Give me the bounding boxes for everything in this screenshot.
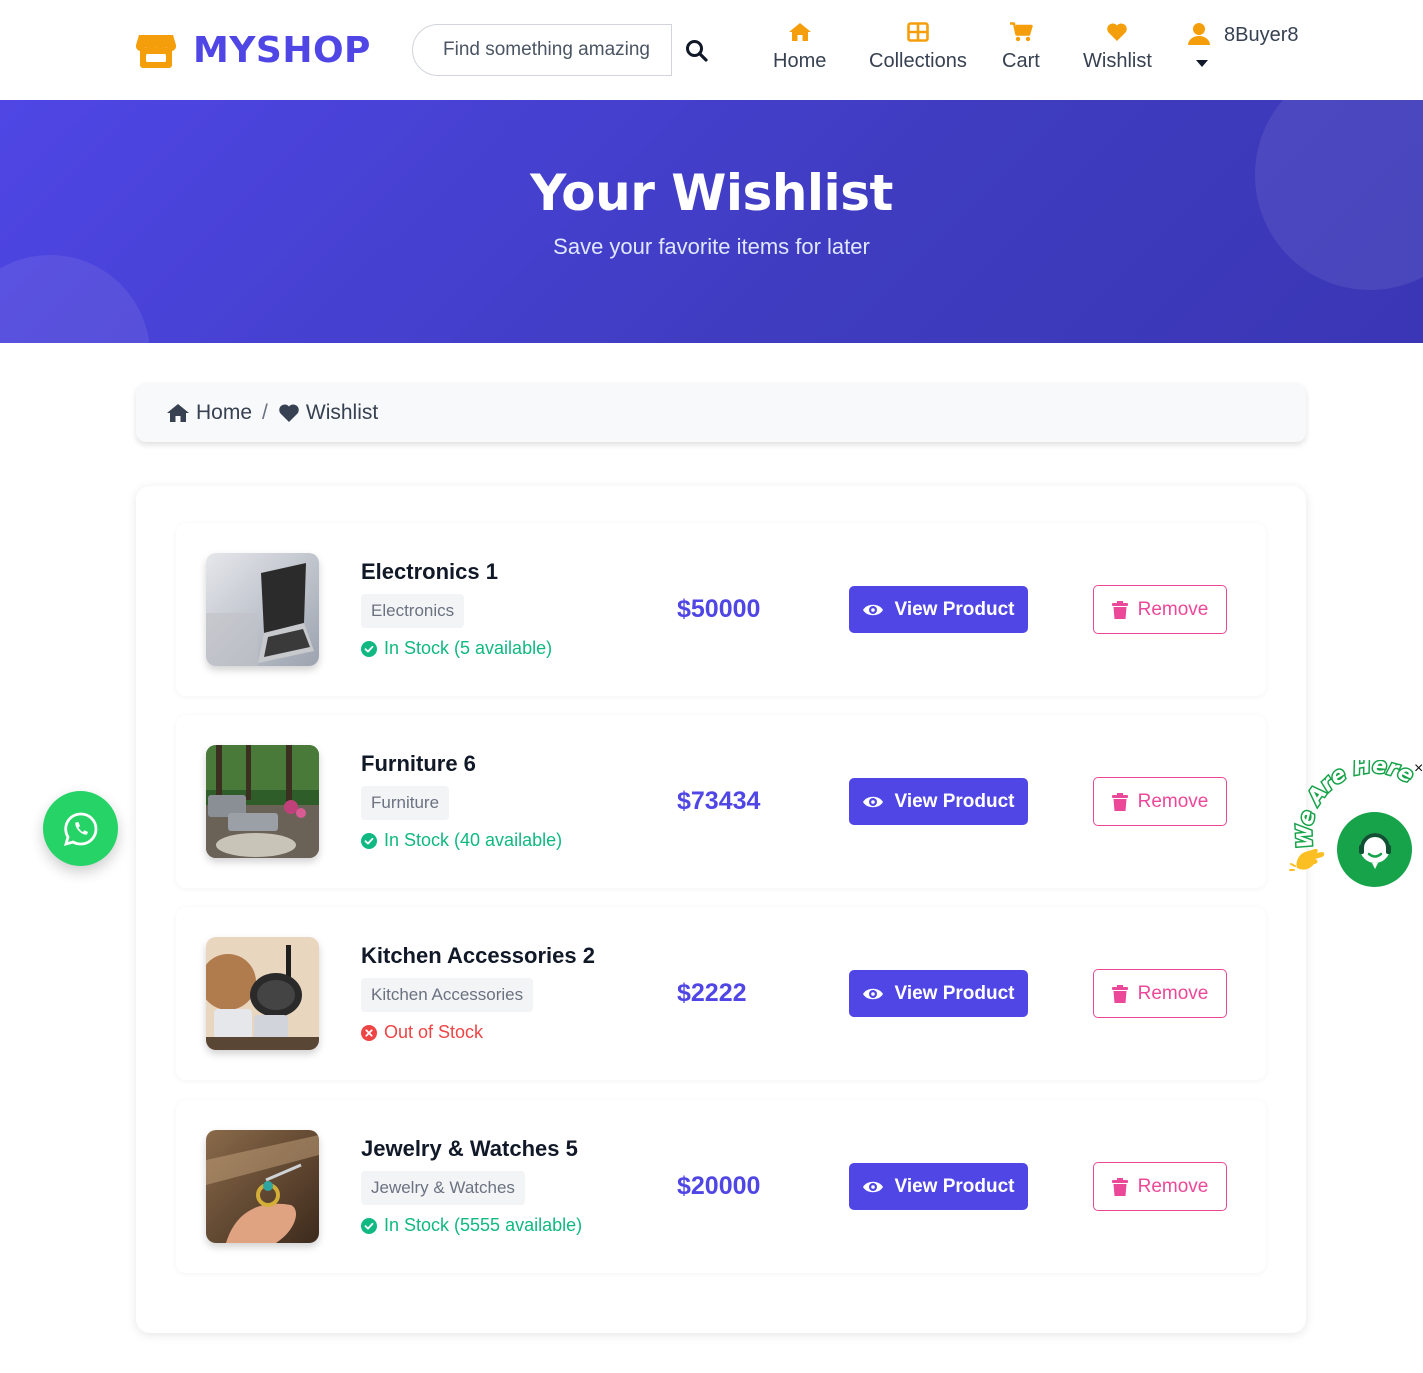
- remove-label: Remove: [1137, 598, 1209, 620]
- user-name: 8Buyer8: [1224, 24, 1299, 46]
- stock-text: Out of Stock: [384, 1022, 484, 1042]
- breadcrumb-current-label: Wishlist: [305, 400, 379, 424]
- trash-icon: [1111, 600, 1128, 619]
- eye-icon: [863, 1181, 884, 1192]
- stock-status: In Stock (5 available): [361, 638, 552, 659]
- home-icon: [167, 403, 189, 422]
- view-product-label: View Product: [894, 982, 1015, 1004]
- remove-label: Remove: [1137, 982, 1209, 1004]
- breadcrumb: Home / Wishlist: [136, 383, 1306, 442]
- chat-agent-icon: [1358, 832, 1391, 869]
- close-icon[interactable]: ×: [1414, 760, 1423, 778]
- category-badge: Kitchen Accessories: [361, 978, 534, 1012]
- user-icon: [1188, 23, 1210, 45]
- nav-wishlist[interactable]: Wishlist: [1083, 22, 1152, 73]
- nav-home-label: Home: [773, 50, 827, 72]
- product-price: $50000: [677, 595, 761, 623]
- live-chat-button[interactable]: [1337, 812, 1412, 887]
- category-badge: Furniture: [361, 786, 450, 820]
- stock-text: In Stock (5 available): [384, 638, 553, 658]
- view-product-label: View Product: [894, 1175, 1015, 1197]
- product-name[interactable]: Electronics 1: [361, 559, 498, 585]
- whatsapp-icon: [63, 812, 97, 846]
- nav-home[interactable]: Home: [773, 22, 826, 73]
- chat-widget: We Are Here ×: [1285, 760, 1423, 900]
- remove-label: Remove: [1137, 1175, 1209, 1197]
- product-name[interactable]: Furniture 6: [361, 751, 476, 777]
- trash-icon: [1111, 792, 1128, 811]
- search-icon[interactable]: [684, 38, 710, 64]
- view-product-label: View Product: [894, 598, 1015, 620]
- stock-text: In Stock (5555 available): [384, 1215, 583, 1235]
- category-badge: Electronics: [361, 594, 465, 628]
- remove-button[interactable]: Remove: [1093, 585, 1227, 634]
- view-product-label: View Product: [894, 790, 1015, 812]
- grid-icon: [907, 22, 929, 42]
- stock-status: Out of Stock: [361, 1022, 483, 1043]
- wishlist-container: Electronics 1 Electronics In Stock (5 av…: [136, 486, 1306, 1333]
- check-circle-icon: [361, 832, 377, 849]
- product-image-laptop[interactable]: [206, 553, 319, 666]
- eye-icon: [863, 796, 884, 807]
- wishlist-item: Jewelry & Watches 5 Jewelry & Watches In…: [176, 1100, 1266, 1273]
- waving-hand-icon: [1289, 848, 1325, 871]
- x-circle-icon: [361, 1024, 377, 1041]
- product-name[interactable]: Jewelry & Watches 5: [361, 1136, 578, 1162]
- brand-logo[interactable]: MYSHOP: [135, 30, 371, 71]
- wishlist-item: Kitchen Accessories 2 Kitchen Accessorie…: [176, 907, 1266, 1080]
- remove-button[interactable]: Remove: [1093, 1162, 1227, 1211]
- store-icon: [135, 31, 177, 71]
- check-circle-icon: [361, 640, 377, 657]
- user-menu[interactable]: 8Buyer8: [1186, 22, 1299, 67]
- product-name[interactable]: Kitchen Accessories 2: [361, 943, 595, 969]
- wishlist-item: Furniture 6 Furniture In Stock (40 avail…: [176, 715, 1266, 888]
- product-price: $73434: [677, 787, 761, 815]
- eye-icon: [863, 604, 884, 615]
- product-price: $20000: [677, 1172, 761, 1200]
- heart-icon: [279, 403, 299, 422]
- page-title: Your Wishlist: [530, 164, 893, 222]
- trash-icon: [1111, 984, 1128, 1003]
- trash-icon: [1111, 1177, 1128, 1196]
- view-product-button[interactable]: View Product: [849, 1163, 1028, 1210]
- page-subtitle: Save your favorite items for later: [553, 234, 870, 259]
- product-price: $2222: [677, 979, 747, 1007]
- remove-button[interactable]: Remove: [1093, 777, 1227, 826]
- nav-cart[interactable]: Cart: [1002, 22, 1040, 73]
- view-product-button[interactable]: View Product: [849, 586, 1028, 633]
- category-badge: Jewelry & Watches: [361, 1171, 525, 1205]
- top-navbar: MYSHOP Home Collections Cart: [0, 0, 1423, 100]
- hero-banner: Your Wishlist Save your favorite items f…: [0, 100, 1423, 343]
- remove-button[interactable]: Remove: [1093, 969, 1227, 1018]
- nav-cart-label: Cart: [1002, 50, 1040, 72]
- heart-icon: [1107, 23, 1128, 41]
- eye-icon: [863, 988, 884, 999]
- breadcrumb-current: Wishlist: [278, 401, 378, 425]
- product-image-cookware[interactable]: [206, 937, 319, 1050]
- breadcrumb-home-label: Home: [196, 400, 253, 424]
- product-image-outdoor-furniture[interactable]: [206, 745, 319, 858]
- nav-collections[interactable]: Collections: [869, 22, 967, 73]
- view-product-button[interactable]: View Product: [849, 970, 1028, 1017]
- nav-collections-label: Collections: [869, 50, 967, 72]
- nav-wishlist-label: Wishlist: [1083, 50, 1152, 72]
- breadcrumb-separator: /: [262, 400, 268, 424]
- brand-name: MYSHOP: [193, 30, 371, 71]
- stock-text: In Stock (40 available): [384, 830, 563, 850]
- wishlist-item: Electronics 1 Electronics In Stock (5 av…: [176, 523, 1266, 696]
- home-icon: [788, 23, 811, 41]
- remove-label: Remove: [1137, 790, 1209, 812]
- product-image-ring[interactable]: [206, 1130, 319, 1243]
- search-input[interactable]: [412, 24, 672, 76]
- stock-status: In Stock (40 available): [361, 830, 562, 851]
- caret-down-icon: [1196, 60, 1208, 67]
- check-circle-icon: [361, 1217, 377, 1234]
- view-product-button[interactable]: View Product: [849, 778, 1028, 825]
- whatsapp-button[interactable]: [43, 791, 118, 866]
- cart-icon: [1009, 22, 1033, 42]
- breadcrumb-home[interactable]: Home: [166, 401, 252, 425]
- stock-status: In Stock (5555 available): [361, 1215, 582, 1236]
- decorative-circle: [0, 255, 150, 343]
